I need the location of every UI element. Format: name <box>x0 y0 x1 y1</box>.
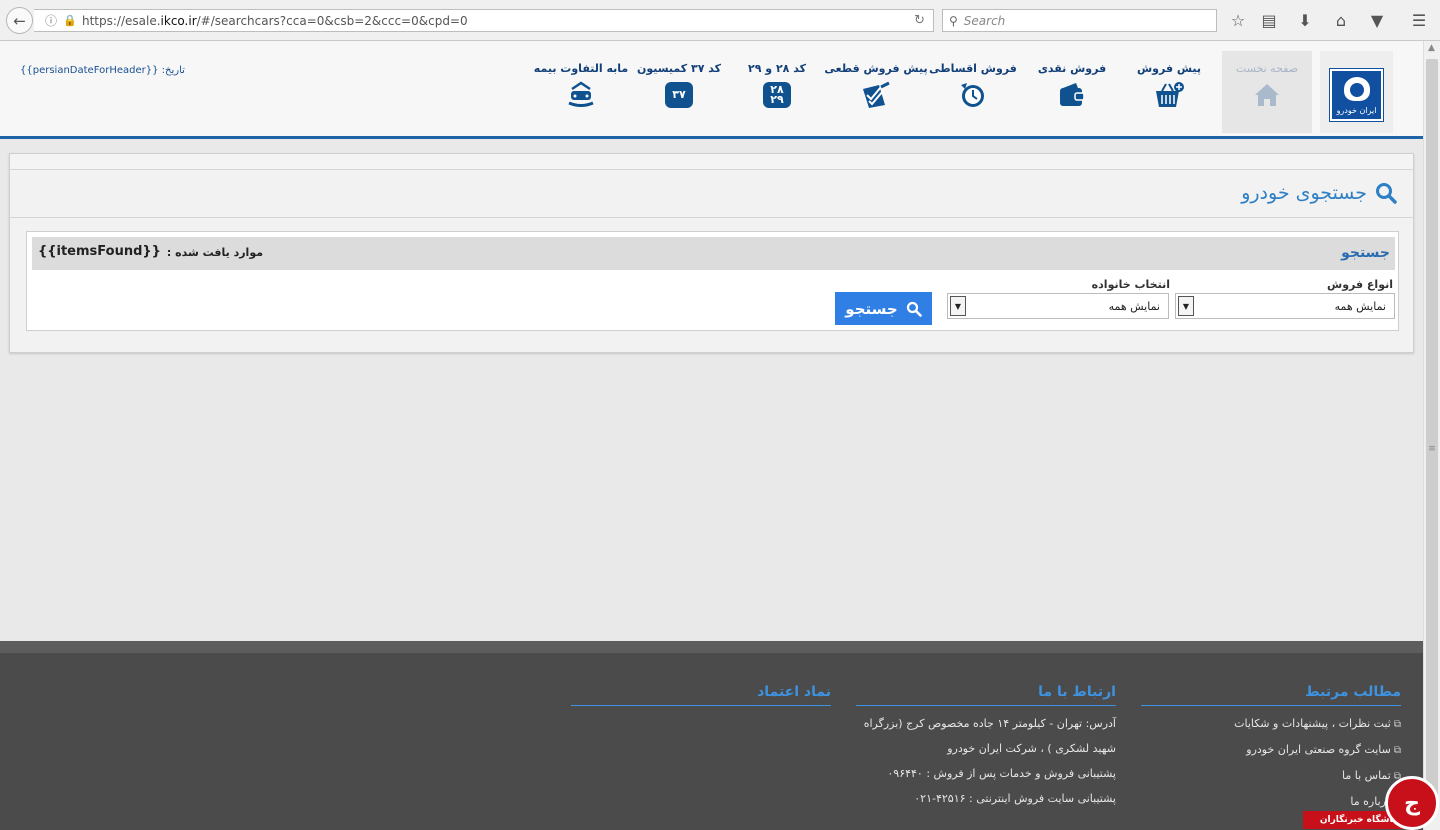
external-link-icon: ⧉ <box>1393 719 1401 730</box>
code-37-icon: ۳۷ <box>664 81 694 109</box>
logo-text: ایران خودرو <box>1336 106 1377 115</box>
chevron-down-icon[interactable]: ▼ <box>950 296 966 316</box>
nav-presale[interactable]: پیش فروش <box>1136 51 1202 133</box>
nav-home[interactable]: صفحه نخست <box>1222 51 1312 133</box>
items-found: موارد یافت شده : {{itemsFound}} <box>38 244 263 259</box>
scroll-up-icon[interactable]: ▲ <box>1428 43 1435 53</box>
search-input[interactable]: ⚲ Search <box>942 9 1217 32</box>
download-icon[interactable]: ⬇ <box>1294 10 1316 32</box>
search-form-header: جستجو موارد یافت شده : {{itemsFound}} <box>32 237 1395 270</box>
panel-divider <box>10 217 1413 218</box>
logo-box[interactable]: ایران خودرو <box>1320 51 1393 133</box>
lock-icon: 🔒 <box>63 14 77 27</box>
footer-related-links: مطالب مرتبط ⧉ثبت نظرات ، پیشنهادات و شکا… <box>1141 684 1401 810</box>
address-bar[interactable]: ⓘ 🔒 https://esale.ikco.ir/#/searchcars?c… <box>34 9 934 32</box>
external-link-icon: ⧉ <box>1393 745 1401 756</box>
footer-link[interactable]: ⧉سایت گروه صنعتی ایران خودرو <box>1141 743 1401 758</box>
ikco-logo: ایران خودرو <box>1329 68 1384 122</box>
page-scrollbar[interactable]: ▲ ≡ <box>1423 41 1440 830</box>
reading-list-icon[interactable]: ▤ <box>1258 10 1280 32</box>
basket-icon <box>1154 81 1184 109</box>
footer-top-strip <box>0 641 1423 653</box>
reload-icon[interactable]: ↻ <box>914 13 925 28</box>
footer-trust-title: نماد اعتماد <box>571 684 831 706</box>
menu-icon[interactable]: ☰ <box>1408 10 1430 32</box>
footer-contact-line: پشتیبانی فروش و خدمات پس از فروش : ۰۹۶۴۴… <box>887 767 1116 780</box>
site-header: تاریخ: {{persianDateForHeader}} ایران خو… <box>0 41 1423 139</box>
items-found-value: {{itemsFound}} <box>38 244 161 259</box>
footer-link[interactable]: ⧉ثبت نظرات ، پیشنهادات و شکایات <box>1141 717 1401 732</box>
search-placeholder: Search <box>963 13 1006 28</box>
search-icon: ⚲ <box>949 13 958 28</box>
page-title: جستجوی خودرو <box>1241 182 1367 204</box>
sale-type-label: انواع فروش <box>1327 278 1393 291</box>
scrollbar-grip-icon: ≡ <box>1428 444 1436 454</box>
bookmark-star-icon[interactable]: ☆ <box>1227 10 1249 32</box>
panel-title: جستجوی خودرو <box>1241 182 1397 204</box>
search-form: جستجو موارد یافت شده : {{itemsFound}} ان… <box>26 231 1399 331</box>
search-button[interactable]: جستجو <box>835 292 932 325</box>
wallet-icon <box>1057 81 1087 109</box>
chevron-down-icon[interactable]: ▼ <box>1178 296 1194 316</box>
footer-contact-line: شهید لشکری ) ، شرکت ایران خودرو <box>947 742 1116 755</box>
family-label: انتخاب خانواده <box>1091 278 1170 291</box>
footer-contact-title: ارتباط با ما <box>856 684 1116 706</box>
family-select[interactable]: نمایش همه ▼ <box>947 293 1169 319</box>
footer-trust: نماد اعتماد <box>571 684 831 706</box>
search-icon <box>906 301 922 317</box>
car-insurance-icon <box>566 81 596 109</box>
home-icon <box>1252 81 1282 109</box>
sale-type-select[interactable]: نمایش همه ▼ <box>1175 293 1395 319</box>
url-text: https://esale.ikco.ir/#/searchcars?cca=0… <box>82 13 468 28</box>
footer-contact: ارتباط با ما آدرس: تهران - کیلومتر ۱۴ جا… <box>856 684 1116 806</box>
header-date: تاریخ: {{persianDateForHeader}} <box>20 65 185 76</box>
footer-contact-line: پشتیبانی سایت فروش اینترنتی : ۴۲۵۱۶-۰۲۱ <box>914 792 1116 805</box>
nav-installment-sale[interactable]: فروش اقساطی <box>929 51 1017 133</box>
nav-insurance-difference[interactable]: مابه التفاوت بیمه <box>534 51 628 133</box>
browser-toolbar: ← ⓘ 🔒 https://esale.ikco.ir/#/searchcars… <box>0 0 1440 41</box>
back-arrow-icon[interactable]: ← <box>6 7 33 34</box>
checklist-icon <box>861 81 891 109</box>
search-cars-panel: جستجوی خودرو جستجو موارد یافت شده : {{it… <box>9 153 1414 353</box>
scrollbar-thumb[interactable] <box>1426 59 1438 804</box>
clock-icon <box>958 81 988 109</box>
watermark-logo: ج <box>1385 776 1439 830</box>
nav-code-37-commission[interactable]: کد ۳۷ کمیسیون ۳۷ <box>636 51 722 133</box>
nav-definitive-presale[interactable]: پیش فروش قطعی <box>824 51 928 133</box>
search-icon <box>1376 183 1397 204</box>
items-found-label: موارد یافت شده : <box>166 246 264 259</box>
pocket-icon[interactable]: ▼ <box>1366 10 1388 32</box>
info-icon[interactable]: ⓘ <box>40 12 62 29</box>
nav-code-28-29[interactable]: کد ۲۸ و ۲۹ ۲۸ ۲۹ <box>742 51 812 133</box>
nav-cash-sale[interactable]: فروش نقدی <box>1038 51 1106 133</box>
horse-logo-icon <box>1344 77 1370 101</box>
footer-link[interactable]: ⧉درباره ما <box>1141 795 1401 810</box>
home-icon[interactable]: ⌂ <box>1330 10 1352 32</box>
footer-contact-line: آدرس: تهران - کیلومتر ۱۴ جاده مخصوص کرج … <box>863 717 1116 730</box>
panel-top-bar <box>10 154 1413 170</box>
code-28-29-icon: ۲۸ ۲۹ <box>762 81 792 109</box>
footer-related-title: مطالب مرتبط <box>1141 684 1401 706</box>
site-footer: مطالب مرتبط ⧉ثبت نظرات ، پیشنهادات و شکا… <box>0 653 1423 830</box>
search-heading: جستجو <box>1341 245 1390 261</box>
footer-link[interactable]: ⧉تماس با ما <box>1141 769 1401 784</box>
